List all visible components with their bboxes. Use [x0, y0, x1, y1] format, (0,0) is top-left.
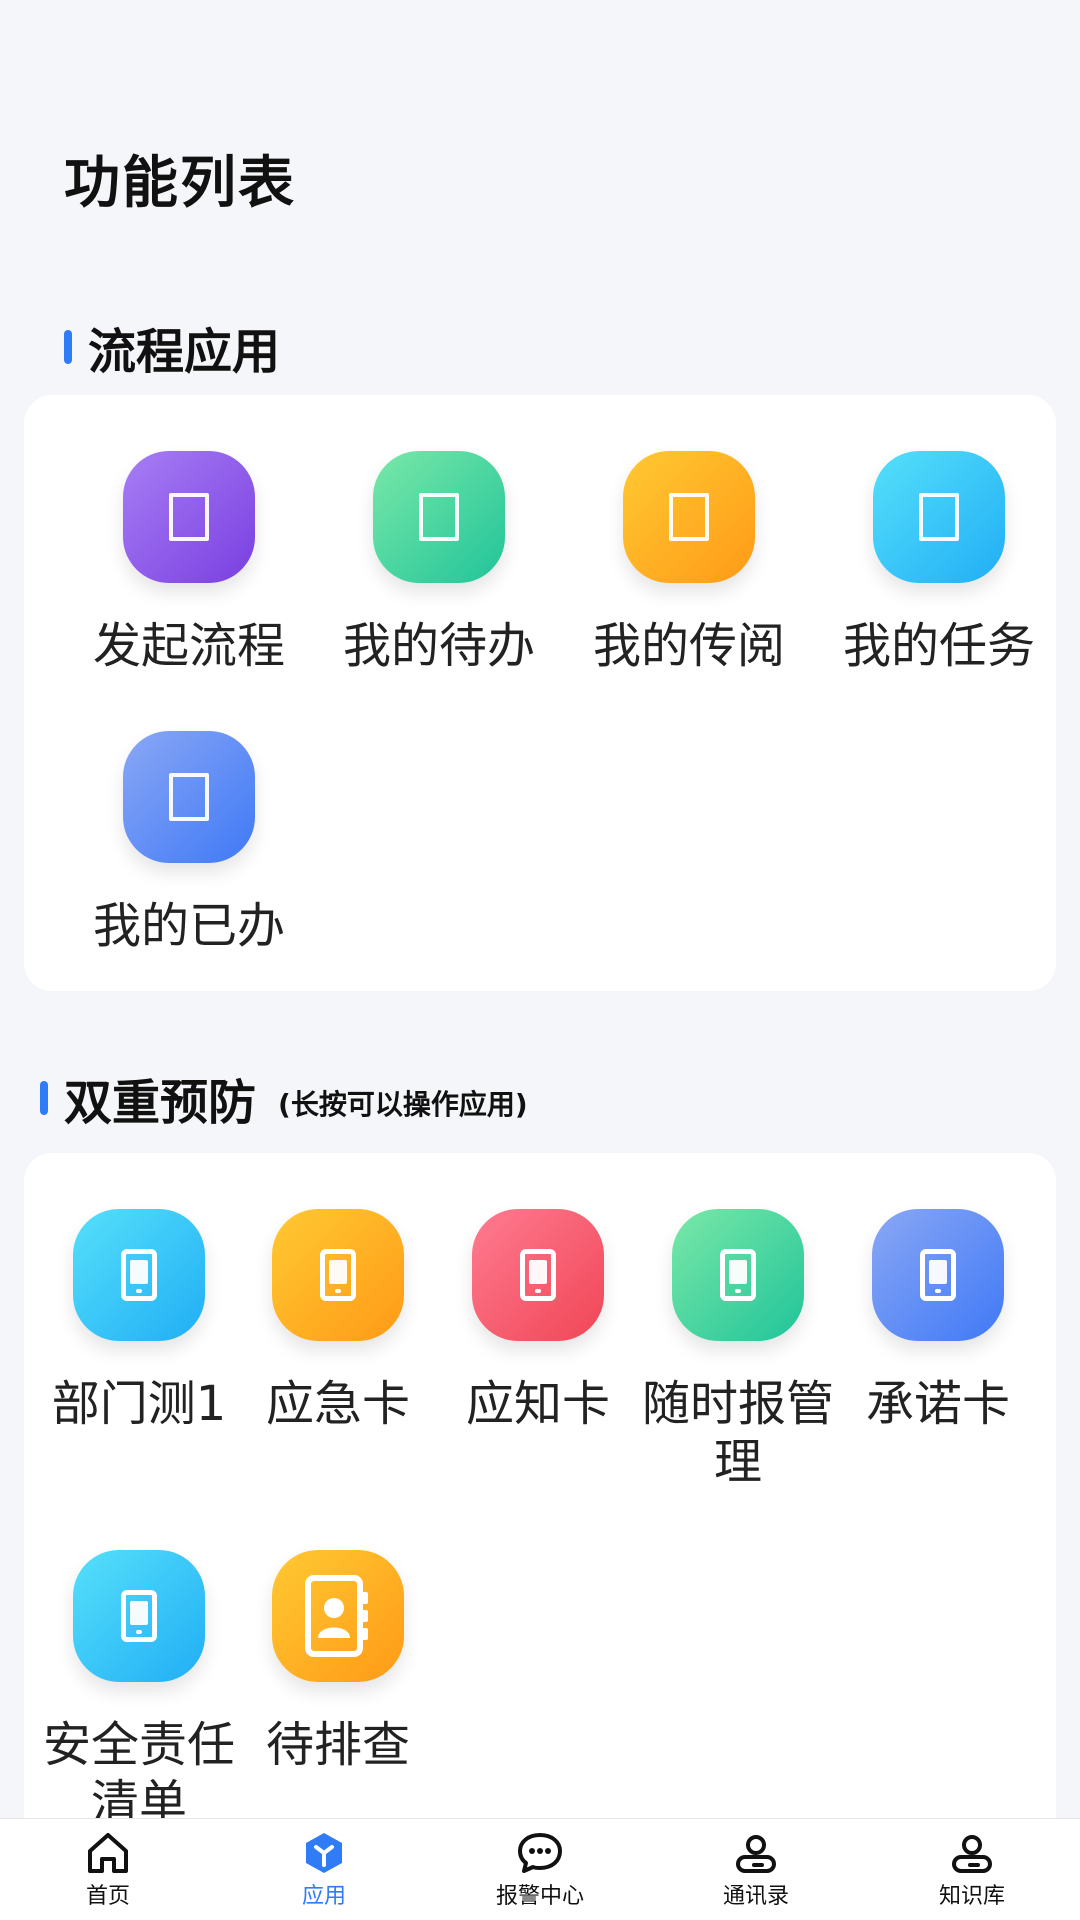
prevention-apps-card: 部门测1 应急卡 应知卡 随时报管理 承诺卡 安全责任清单 待排查: [24, 1153, 1056, 1920]
app-tile-knowledge-card[interactable]: 应知卡: [438, 1209, 638, 1433]
my-circulation-icon: [623, 451, 755, 583]
tile-label: 应知卡: [465, 1376, 610, 1432]
tab-contacts[interactable]: 通讯录: [656, 1827, 856, 1909]
my-tasks-icon: [873, 451, 1005, 583]
start-process-icon: [123, 451, 255, 583]
placeholder-glyph-icon: [419, 493, 459, 541]
section-accent-bar: [64, 330, 72, 364]
app-tile-emergency-card[interactable]: 应急卡: [238, 1209, 438, 1433]
section-header-process: 流程应用: [64, 312, 280, 382]
home-icon: [88, 1833, 128, 1873]
tile-label: 发起流程: [92, 618, 285, 674]
app-tile-my-circulation[interactable]: 我的传阅: [564, 451, 814, 675]
placeholder-glyph-icon: [669, 493, 709, 541]
app-tile-my-tasks[interactable]: 我的任务: [814, 451, 1064, 675]
mobile-phone-icon: [272, 1209, 404, 1341]
phone-glyph-icon: [121, 1590, 157, 1642]
tab-alarm-center[interactable]: 报警中心: [440, 1827, 640, 1909]
process-apps-card: 发起流程 我的待办 我的传阅 我的任务 我的已办: [24, 395, 1056, 991]
tile-label: 部门测1: [51, 1376, 227, 1432]
tab-home[interactable]: 首页: [8, 1827, 208, 1909]
tile-label: 待排查: [265, 1717, 410, 1773]
tab-apps[interactable]: 应用: [224, 1827, 424, 1909]
app-root: 功能列表 流程应用 发起流程 我的待办 我的传阅 我的任务 我的已办 双重预防 …: [0, 0, 1080, 1920]
tab-label: 首页: [85, 1884, 130, 1909]
tile-label: 应急卡: [265, 1376, 410, 1432]
my-done-icon: [123, 731, 255, 863]
contact-book-glyph-icon: [305, 1575, 368, 1657]
mobile-phone-icon: [73, 1550, 205, 1682]
app-tile-my-todo[interactable]: 我的待办: [314, 451, 564, 675]
tile-label: 我的任务: [842, 618, 1035, 674]
tab-knowledge-base[interactable]: 知识库: [872, 1827, 1072, 1909]
app-tile-report-management[interactable]: 随时报管理: [638, 1209, 838, 1491]
contact-book-icon: [272, 1550, 404, 1682]
app-tile-pending-inspection[interactable]: 待排查: [238, 1550, 438, 1774]
placeholder-glyph-icon: [169, 493, 209, 541]
app-tile-start-process[interactable]: 发起流程: [64, 451, 314, 675]
phone-glyph-icon: [720, 1249, 756, 1301]
tab-label: 通讯录: [722, 1884, 789, 1909]
phone-glyph-icon: [121, 1249, 157, 1301]
section-title-prevention: 双重预防: [64, 1075, 257, 1131]
apps-cube-icon: [306, 1833, 342, 1873]
contacts-icon: [736, 1835, 776, 1873]
knowledge-icon: [952, 1835, 992, 1873]
chat-bubble-icon: [518, 1833, 562, 1873]
app-tile-my-done[interactable]: 我的已办: [64, 731, 314, 955]
mobile-phone-icon: [672, 1209, 804, 1341]
app-tile-commitment-card[interactable]: 承诺卡: [838, 1209, 1038, 1433]
app-tile-dept-test[interactable]: 部门测1: [39, 1209, 239, 1433]
app-tile-safety-responsibility-list[interactable]: 安全责任清单: [39, 1550, 239, 1832]
tile-label: 承诺卡: [865, 1376, 1010, 1432]
placeholder-glyph-icon: [919, 493, 959, 541]
mobile-phone-icon: [73, 1209, 205, 1341]
placeholder-glyph-icon: [169, 773, 209, 821]
tile-label: 我的待办: [342, 618, 535, 674]
tile-label: 随时报管理: [641, 1376, 834, 1490]
my-todo-icon: [373, 451, 505, 583]
phone-glyph-icon: [320, 1249, 356, 1301]
tab-label: 应用: [301, 1884, 346, 1909]
tile-label: 安全责任清单: [42, 1717, 235, 1831]
page-title: 功能列表: [64, 151, 296, 216]
mobile-phone-icon: [472, 1209, 604, 1341]
tab-label: 知识库: [938, 1884, 1005, 1909]
section-header-prevention: 双重预防 (长按可以操作应用): [40, 1063, 528, 1133]
mobile-phone-icon: [872, 1209, 1004, 1341]
tab-label: 报警中心: [495, 1884, 584, 1909]
section-subtitle-prevention: (长按可以操作应用): [278, 1088, 528, 1121]
tile-label: 我的已办: [92, 898, 285, 954]
section-title-process: 流程应用: [88, 324, 281, 380]
phone-glyph-icon: [920, 1249, 956, 1301]
bottom-tab-bar: 首页 应用 报警中心 通讯录 知识库: [0, 1818, 1080, 1920]
phone-glyph-icon: [520, 1249, 556, 1301]
section-accent-bar: [40, 1081, 48, 1115]
tile-label: 我的传阅: [592, 618, 785, 674]
